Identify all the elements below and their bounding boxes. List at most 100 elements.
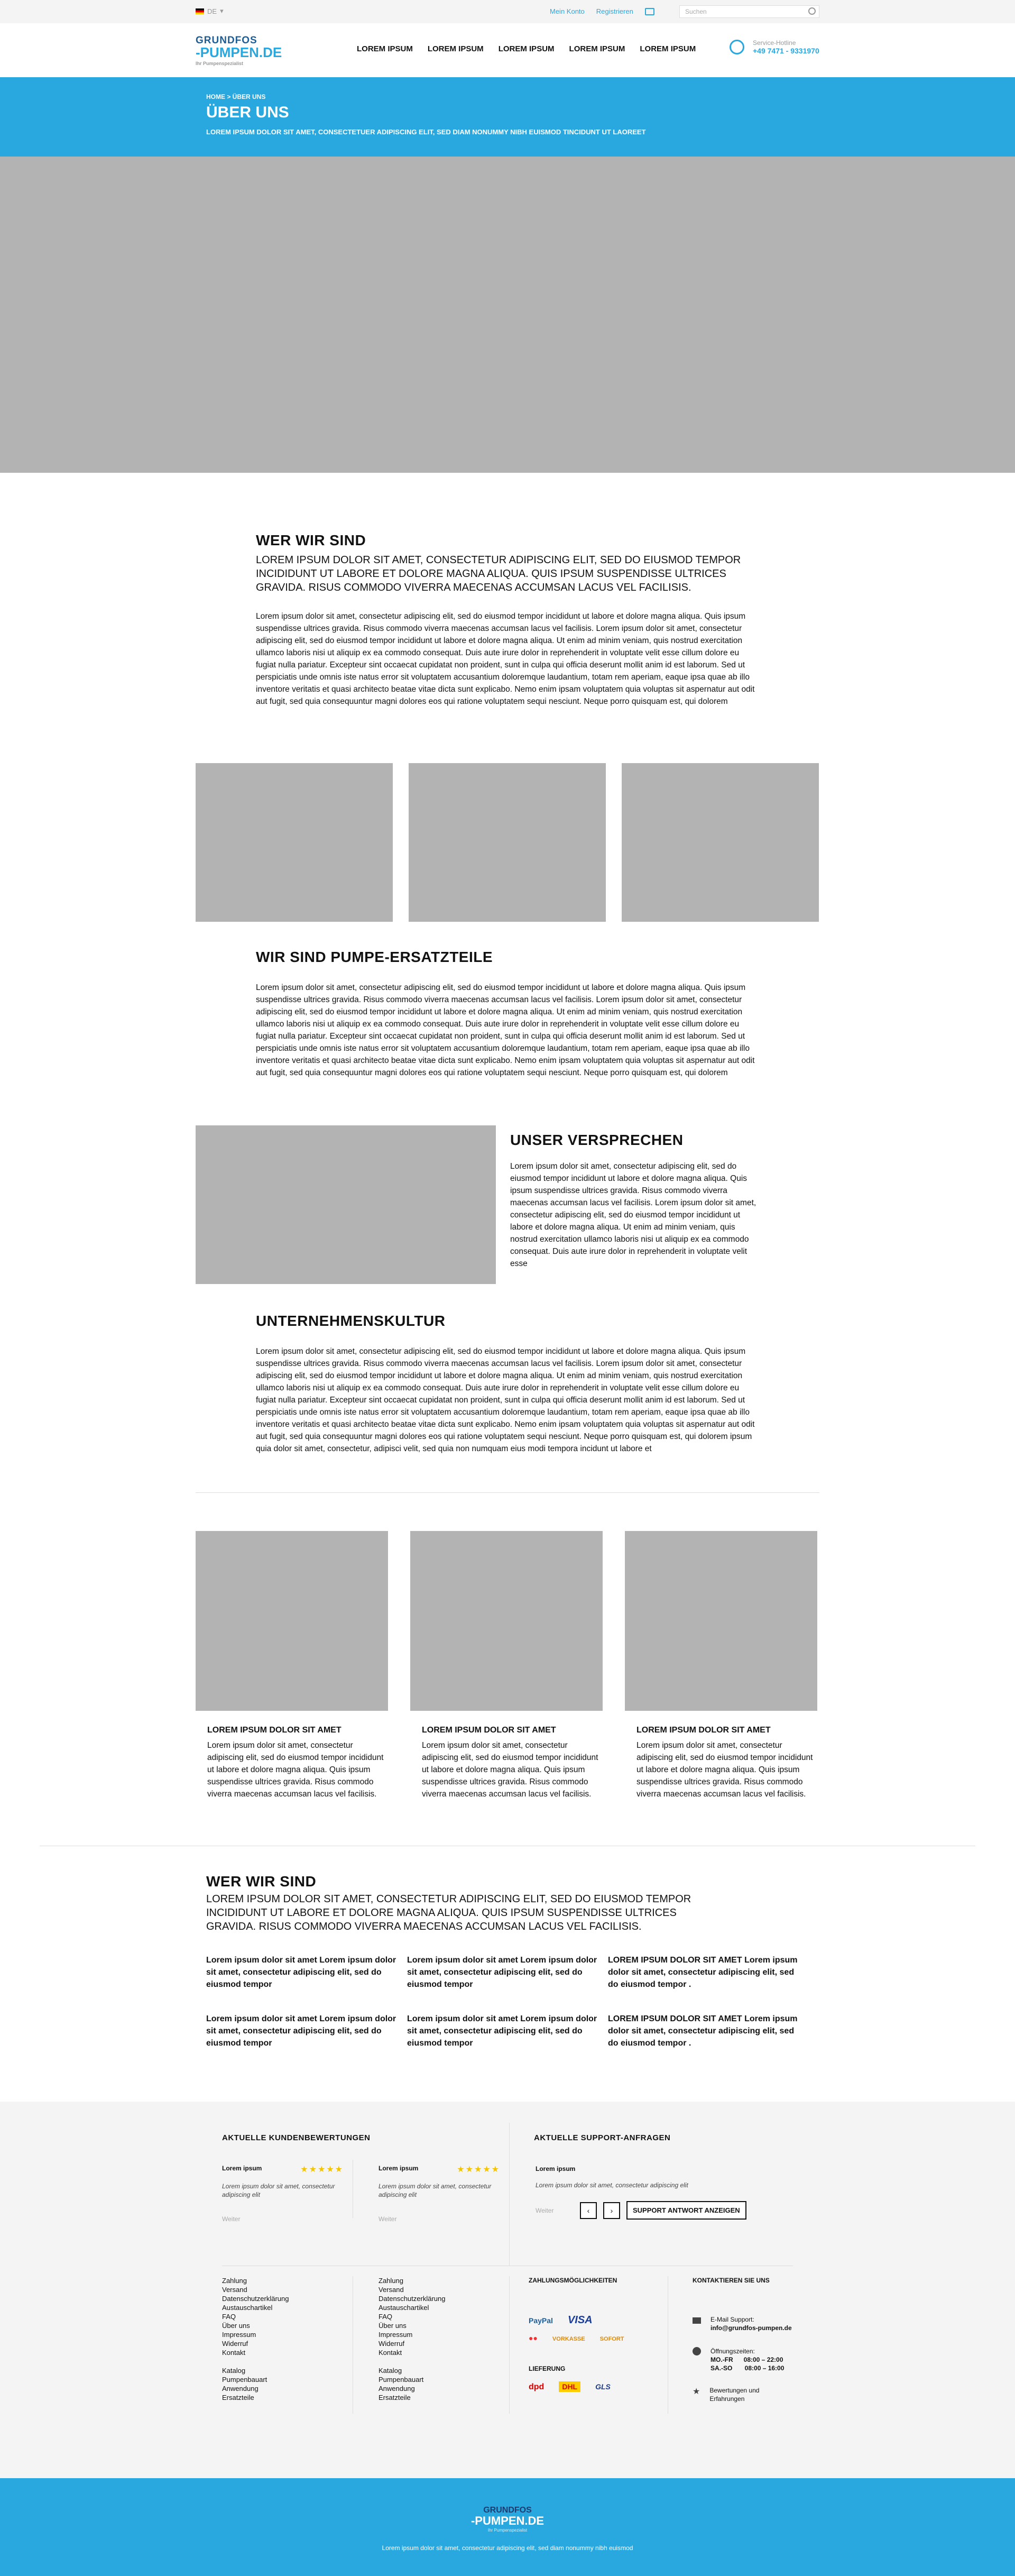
footer-link[interactable]: Anwendung [222, 2384, 328, 2393]
footer-link[interactable]: Widerruf [379, 2339, 484, 2348]
mastercard-logo: ●● [529, 2334, 538, 2342]
payment-block: ZAHLUNGSMÖGLICHKEITEN PayPal VISA ●● VORKA… [529, 2276, 650, 2392]
gls-logo: GLS [595, 2382, 611, 2391]
image-placeholder [196, 1531, 388, 1711]
dhl-logo: DHL [559, 2381, 581, 2392]
language-selector[interactable]: DE ▾ [196, 7, 224, 15]
footer-link[interactable]: Über uns [222, 2321, 328, 2330]
footer-link[interactable]: Datenschutzerklärung [379, 2294, 484, 2303]
image-placeholder [196, 763, 393, 922]
service-hotline: Service-Hotline +49 7471 - 9331970 [730, 39, 819, 55]
reviews-link-line1[interactable]: Bewertungen und [709, 2386, 759, 2395]
register-link[interactable]: Registrieren [596, 7, 633, 15]
chevron-down-icon: ▾ [220, 7, 224, 15]
card-title: LOREM IPSUM DOLOR SIT AMET [207, 1726, 342, 1735]
section-title: WER WIR SIND [206, 1873, 317, 1890]
support-item: Lorem ipsum Lorem ipsum dolor sit amet, … [536, 2164, 758, 2220]
header: GRUNDFOS -PUMPEN.DE Ihr Pumpenspezialist… [0, 23, 1015, 77]
image-placeholder [622, 763, 819, 922]
nav-item[interactable]: LOREM IPSUM [499, 44, 555, 53]
support-author: Lorem ipsum [536, 2165, 576, 2172]
section-title: UNSER VERSPRECHEN [510, 1132, 684, 1148]
footer-link[interactable]: Impressum [222, 2330, 328, 2339]
fact-item: Lorem ipsum dolor sit amet Lorem ipsum d… [407, 1956, 597, 1989]
email-link[interactable]: info@grundfos-pumpen.de [710, 2324, 792, 2332]
review-author: Lorem ipsum [379, 2165, 419, 2172]
section-title: UNTERNEHMENSKULTUR [256, 1313, 446, 1329]
search-icon[interactable] [808, 7, 816, 15]
footer-link[interactable]: Katalog [222, 2366, 328, 2375]
reviews-link-line2[interactable]: Erfahrungen [709, 2395, 759, 2403]
footer-logo[interactable]: GRUNDFOS -PUMPEN.DE Ihr Pumpenspezialist [0, 2506, 1015, 2533]
review-text: Lorem ipsum dolor sit amet, consectetur … [379, 2183, 492, 2198]
footer-logo-tagline: Ihr Pumpenspezialist [487, 2528, 528, 2533]
logo-line2: -PUMPEN.DE [196, 44, 282, 60]
footer-link[interactable]: Widerruf [222, 2339, 328, 2348]
footer-link[interactable]: Pumpenbauart [222, 2375, 328, 2384]
fact-item: LOREM IPSUM DOLOR SIT AMET Lorem ipsum d… [608, 1956, 798, 1989]
hours-label: Öffnungszeiten: [710, 2348, 755, 2355]
language-label: DE [207, 7, 217, 15]
footer-link[interactable]: Austauschartikel [222, 2303, 328, 2312]
contact-block: KONTAKTIEREN SIE UNS E-Mail Support: info… [693, 2276, 819, 2403]
card-text: Lorem ipsum dolor sit amet, consectetur … [636, 1741, 813, 1799]
section-lead: LOREM IPSUM DOLOR SIT AMET, CONSECTETUR … [206, 1893, 691, 1932]
star-rating: ★★★★★ [300, 2165, 344, 2174]
footer-link[interactable]: Kontakt [379, 2348, 484, 2357]
nav-item[interactable]: LOREM IPSUM [428, 44, 484, 53]
my-account-link[interactable]: Mein Konto [550, 7, 585, 15]
review-more-link[interactable]: Weiter [379, 2215, 500, 2223]
feature-card: LOREM IPSUM DOLOR SIT AMET Lorem ipsum d… [196, 1531, 388, 1800]
footer: AKTUELLE KUNDENBEWERTUNGEN Lorem ipsum ★★… [0, 2102, 1015, 2478]
section-title: WER WIR SIND [256, 532, 366, 548]
breadcrumb[interactable]: HOME > ÜBER UNS [206, 93, 265, 100]
nav-item[interactable]: LOREM IPSUM [569, 44, 625, 53]
footer-link[interactable]: Katalog [379, 2366, 484, 2375]
section-culture: UNTERNEHMENSKULTUR Lorem ipsum dolor sit… [256, 1313, 757, 1455]
german-flag-icon [196, 8, 204, 14]
card-text: Lorem ipsum dolor sit amet, consectetur … [207, 1741, 384, 1799]
visa-logo: VISA [567, 2314, 593, 2326]
footer-link[interactable]: Über uns [379, 2321, 484, 2330]
section-body: Lorem ipsum dolor sit amet, consectetur … [510, 1162, 756, 1268]
hero-band: HOME > ÜBER UNS ÜBER UNS LOREM IPSUM DOL… [0, 77, 1015, 157]
show-support-answer-button[interactable]: SUPPORT ANTWORT ANZEIGEN [626, 2201, 746, 2220]
service-phone[interactable]: +49 7471 - 9331970 [753, 47, 819, 55]
footer-link[interactable]: Zahlung [379, 2276, 484, 2285]
footer-link[interactable]: FAQ [222, 2312, 328, 2321]
next-arrow-icon[interactable]: › [603, 2202, 620, 2219]
footer-link[interactable]: Austauschartikel [379, 2303, 484, 2312]
contact-title: KONTAKTIEREN SIE UNS [693, 2277, 770, 2284]
payment-title: ZAHLUNGSMÖGLICHKEITEN [529, 2277, 617, 2284]
footer-link[interactable]: Zahlung [222, 2276, 328, 2285]
footer-links-2: Zahlung Versand Datenschutzerklärung Austau… [379, 2276, 484, 2402]
footer-link[interactable]: Versand [379, 2285, 484, 2294]
divider [509, 2123, 510, 2266]
footer-link[interactable]: Versand [222, 2285, 328, 2294]
support-more-link[interactable]: Weiter [536, 2206, 574, 2215]
cart-icon[interactable] [644, 7, 654, 15]
review-more-link[interactable]: Weiter [222, 2215, 344, 2223]
footer-link[interactable]: Ersatzteile [379, 2393, 484, 2402]
page-title: ÜBER UNS [206, 104, 289, 121]
footer-link[interactable]: Anwendung [379, 2384, 484, 2393]
review-author: Lorem ipsum [222, 2165, 262, 2172]
mail-icon [693, 2317, 701, 2324]
footer-link[interactable]: Ersatzteile [222, 2393, 328, 2402]
feature-card: LOREM IPSUM DOLOR SIT AMET Lorem ipsum d… [625, 1531, 817, 1800]
nav-item[interactable]: LOREM IPSUM [357, 44, 413, 53]
footer-link[interactable]: Kontakt [222, 2348, 328, 2357]
prev-arrow-icon[interactable]: ‹ [580, 2202, 597, 2219]
fact-item: Lorem ipsum dolor sit amet Lorem ipsum d… [206, 1956, 396, 1989]
logo[interactable]: GRUNDFOS -PUMPEN.DE Ihr Pumpenspezialist [196, 35, 282, 66]
nav-item[interactable]: LOREM IPSUM [640, 44, 696, 53]
footer-link[interactable]: Impressum [379, 2330, 484, 2339]
divider [509, 2276, 510, 2414]
footer-link[interactable]: Datenschutzerklärung [222, 2294, 328, 2303]
email-label: E-Mail Support: [710, 2316, 754, 2323]
footer-link[interactable]: FAQ [379, 2312, 484, 2321]
footer-link[interactable]: Pumpenbauart [379, 2375, 484, 2384]
dpd-logo: dpd [529, 2382, 545, 2391]
feature-card: LOREM IPSUM DOLOR SIT AMET Lorem ipsum d… [410, 1531, 603, 1800]
search-input[interactable]: Suchen [679, 5, 819, 18]
